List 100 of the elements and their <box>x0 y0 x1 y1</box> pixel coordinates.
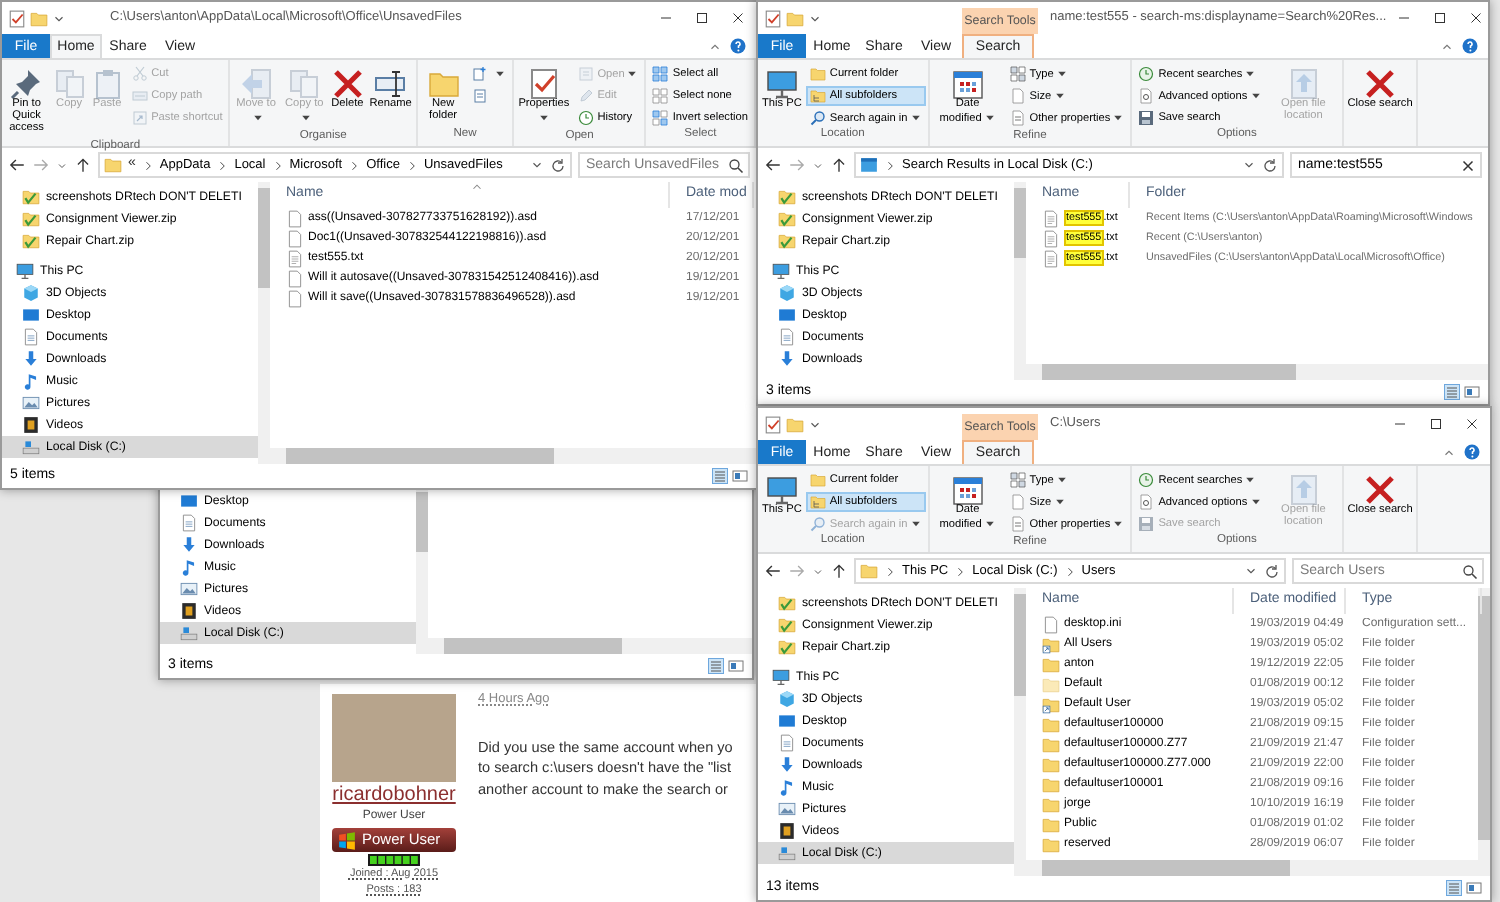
caret-icon[interactable] <box>1244 564 1258 578</box>
dropdown-caret-icon <box>251 111 264 124</box>
tiles-view-icon[interactable] <box>728 658 744 674</box>
drive-icon <box>778 844 796 862</box>
dropdown-caret-icon <box>299 111 312 124</box>
clock-icon <box>1138 472 1155 488</box>
computer-icon <box>765 68 798 100</box>
music-note-icon <box>22 372 40 390</box>
computer-icon <box>16 262 34 280</box>
up-arrow-icon[interactable] <box>74 156 92 174</box>
documents-icon <box>778 328 796 346</box>
open-icon <box>577 66 594 82</box>
vertical-scrollbar[interactable] <box>258 182 270 464</box>
folder-icon <box>860 562 878 580</box>
back-arrow-icon[interactable] <box>8 156 26 174</box>
folder-check-icon <box>778 594 796 612</box>
refresh-icon[interactable] <box>1264 563 1280 579</box>
close-icon[interactable] <box>1468 10 1485 26</box>
download-arrow-icon <box>778 350 796 368</box>
properties-icon[interactable] <box>8 9 26 27</box>
refresh-icon[interactable] <box>550 157 566 173</box>
drive-icon <box>180 624 198 642</box>
folder-shortcut-icon <box>1042 695 1060 713</box>
desktop-icon <box>180 492 198 510</box>
move-arrow-icon <box>240 68 273 100</box>
close-icon[interactable] <box>730 10 746 26</box>
options-icon <box>1138 88 1155 104</box>
sort-caret-icon <box>469 180 483 194</box>
clear-icon[interactable] <box>1460 157 1476 173</box>
up-arrow-icon[interactable] <box>830 156 848 174</box>
properties-icon[interactable] <box>764 9 782 27</box>
desktop-icon <box>778 306 796 324</box>
picture-icon <box>778 800 796 818</box>
back-arrow-icon[interactable] <box>764 156 782 174</box>
horizontal-scrollbar[interactable] <box>428 638 752 654</box>
chevron-icon <box>141 159 154 171</box>
search-icon[interactable] <box>1462 563 1478 579</box>
tiles-view-icon[interactable] <box>1464 384 1480 400</box>
collapse-caret-icon[interactable] <box>1440 39 1454 53</box>
collapse-caret-icon[interactable] <box>1442 445 1456 459</box>
help-icon[interactable] <box>730 38 746 54</box>
tiles-view-icon[interactable] <box>1466 880 1482 896</box>
refresh-icon[interactable] <box>1262 157 1278 173</box>
chevron-icon <box>271 159 284 171</box>
maximize-icon[interactable] <box>694 10 710 26</box>
folder-icon <box>104 156 122 174</box>
caret-icon[interactable] <box>808 417 822 431</box>
text-file-icon <box>1042 209 1060 227</box>
folder-icon <box>809 66 826 82</box>
forward-arrow-icon[interactable] <box>788 562 806 580</box>
collapse-caret-icon[interactable] <box>708 39 722 53</box>
cross-icon <box>1364 68 1397 100</box>
search-icon[interactable] <box>728 157 744 173</box>
vertical-scrollbar[interactable] <box>1478 588 1490 876</box>
folder-shortcut-icon <box>1042 635 1060 653</box>
vertical-scrollbar[interactable] <box>1014 182 1026 380</box>
forward-arrow-icon[interactable] <box>32 156 50 174</box>
properties-icon <box>1009 516 1026 532</box>
easy-access-icon <box>472 88 489 104</box>
caret-icon[interactable] <box>1242 158 1256 172</box>
vertical-scrollbar[interactable] <box>1014 588 1026 876</box>
chevron-icon <box>884 565 896 577</box>
size-icon <box>1009 88 1026 104</box>
help-icon[interactable] <box>1462 38 1478 54</box>
dropdown-caret-icon <box>494 67 507 80</box>
tiles-view-icon[interactable] <box>732 468 748 484</box>
search-icon <box>809 110 826 126</box>
new-item-icon <box>472 66 489 82</box>
back-arrow-icon[interactable] <box>764 562 782 580</box>
music-note-icon <box>180 558 198 576</box>
username-link[interactable]: ricardobohner <box>332 784 456 808</box>
copy-icon <box>288 68 321 100</box>
horizontal-scrollbar[interactable] <box>1026 364 1488 380</box>
up-arrow-icon[interactable] <box>830 562 848 580</box>
folder-location-icon <box>1287 474 1320 506</box>
maximize-icon[interactable] <box>1428 416 1444 432</box>
subfolders-icon <box>809 494 826 510</box>
folder-check-icon <box>22 188 40 206</box>
photo-placeholder <box>332 694 456 782</box>
documents-icon <box>22 328 40 346</box>
horizontal-scrollbar[interactable] <box>270 448 756 464</box>
shortcut-icon <box>131 110 148 126</box>
desktop-icon <box>778 712 796 730</box>
close-icon[interactable] <box>1464 416 1480 432</box>
caret-icon[interactable] <box>808 11 822 25</box>
maximize-icon[interactable] <box>1432 10 1449 26</box>
pencil-icon <box>577 88 594 104</box>
computer-icon <box>772 262 790 280</box>
dropdown-caret-icon <box>626 67 639 80</box>
forward-arrow-icon[interactable] <box>788 156 806 174</box>
film-icon <box>180 602 198 620</box>
properties-icon[interactable] <box>764 415 782 433</box>
caret-icon[interactable] <box>530 158 544 172</box>
help-icon[interactable] <box>1464 444 1480 460</box>
documents-icon <box>778 734 796 752</box>
options-icon <box>1138 494 1155 510</box>
vertical-scrollbar[interactable] <box>416 486 428 654</box>
chevron-icon <box>1063 565 1076 577</box>
caret-icon[interactable] <box>52 11 66 25</box>
folder-check-icon <box>778 616 796 634</box>
